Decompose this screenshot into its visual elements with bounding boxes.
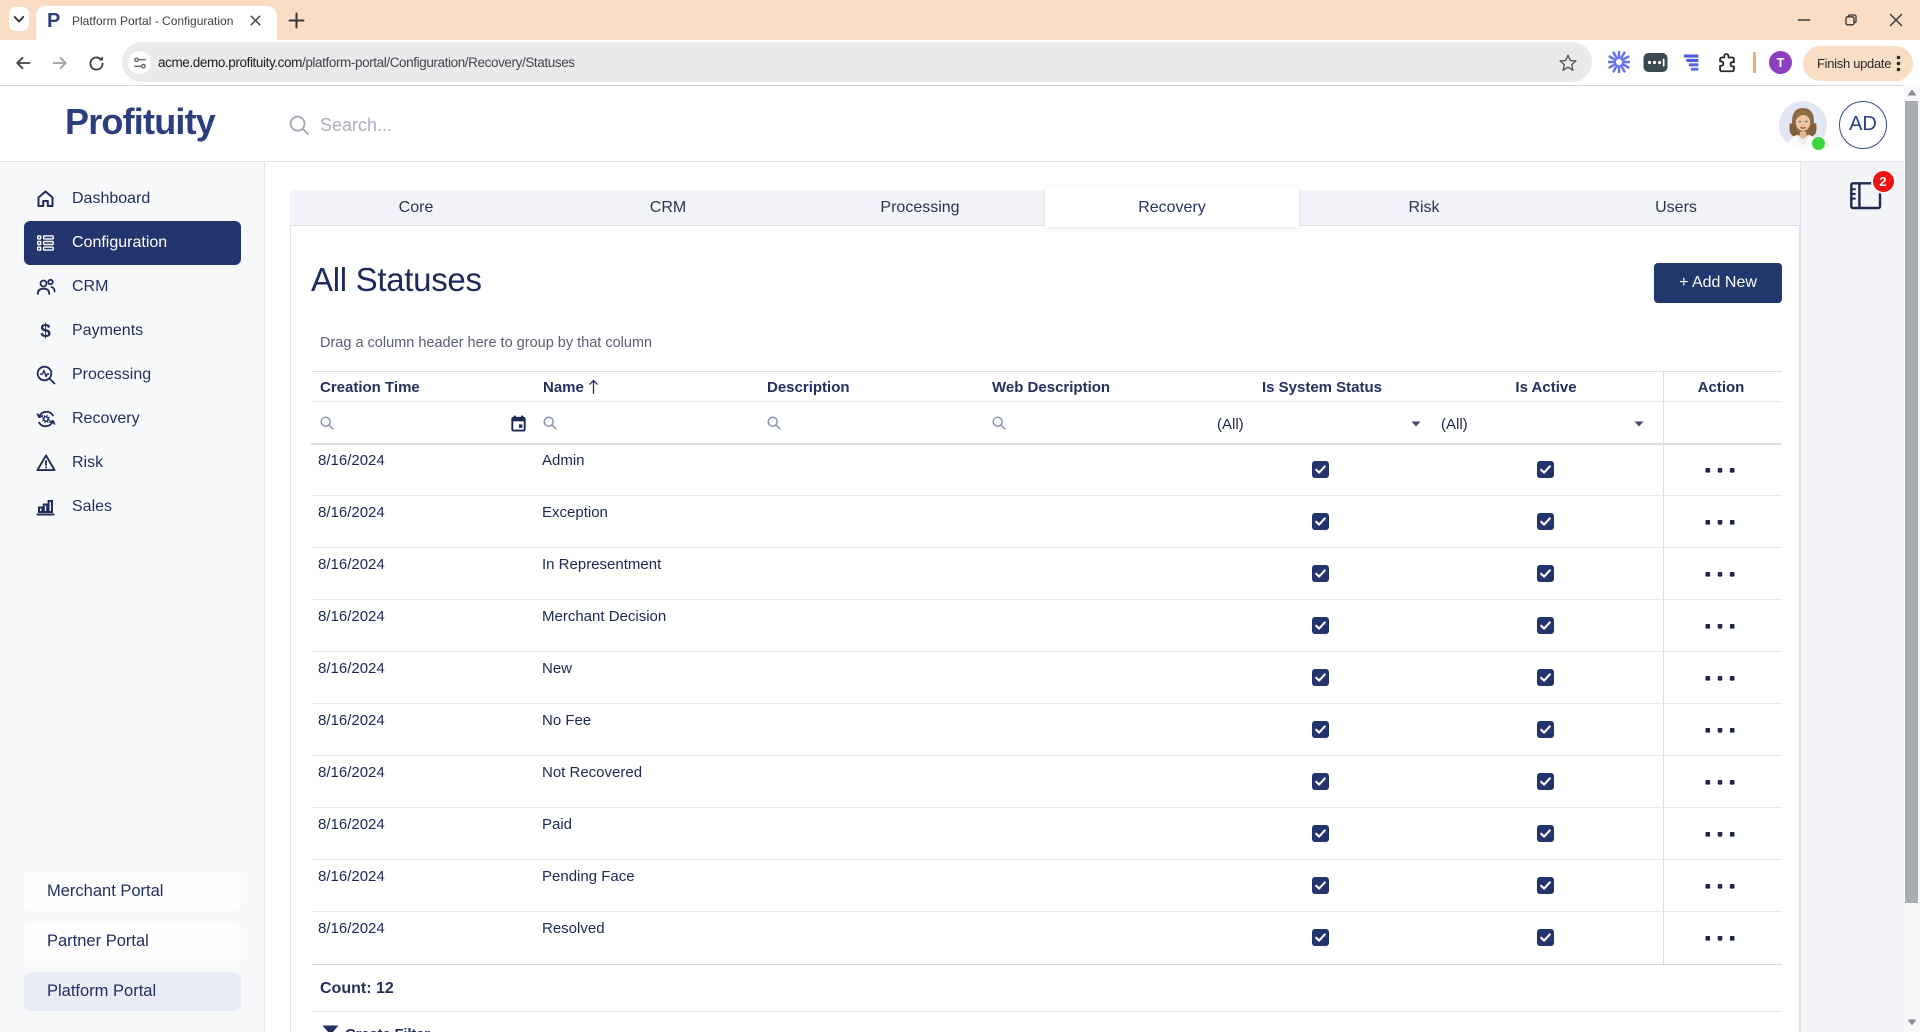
svg-text:$: $ xyxy=(40,321,51,342)
